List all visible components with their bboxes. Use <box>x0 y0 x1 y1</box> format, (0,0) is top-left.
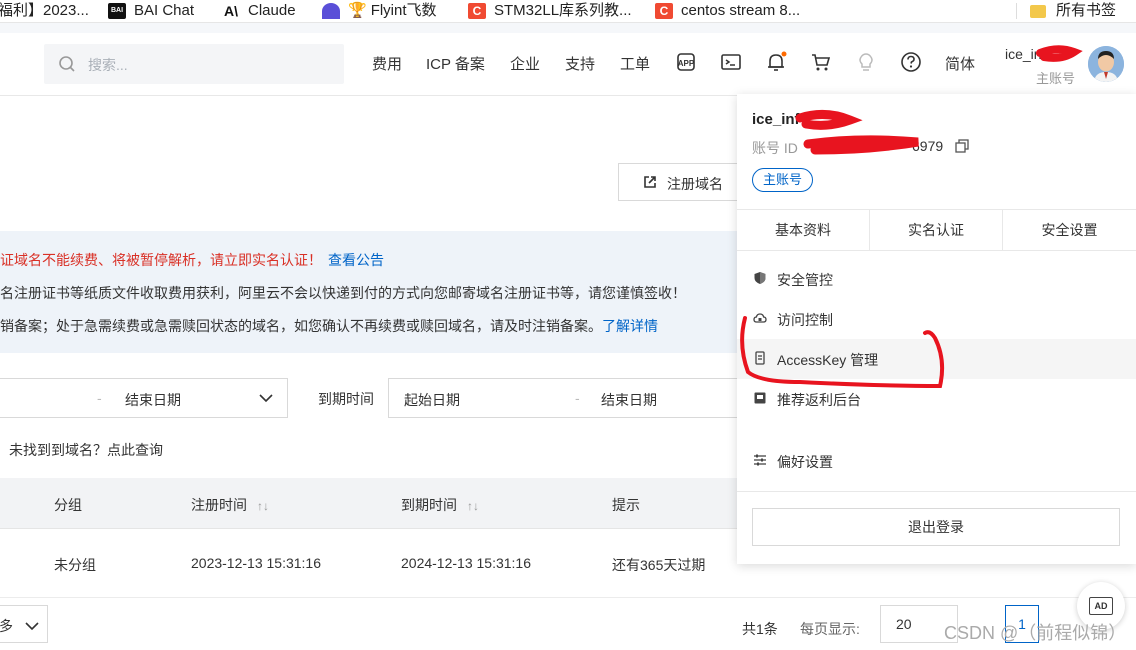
search-input[interactable]: 搜索... <box>44 44 344 84</box>
chevron-down-icon <box>259 394 273 403</box>
column-group: 分组 <box>54 497 82 513</box>
sort-icon[interactable]: ↑↓ <box>467 499 479 513</box>
end-date-placeholder: 结束日期 <box>601 392 657 408</box>
account-id-value: 6979 <box>912 138 944 154</box>
expire-time-label: 到期时间 <box>318 391 374 407</box>
expire-date-range[interactable]: 起始日期 - 结束日期 <box>388 378 740 418</box>
account-dropdown: ice_inf 账号 ID 6979 主账号 基本资料 实名认证 安全设置 安全… <box>737 94 1136 564</box>
cart-icon[interactable] <box>810 51 832 73</box>
domain-lookup-link[interactable]: 未找到到域名？点此查询 <box>9 440 163 460</box>
cell-expire-time: 2024-12-13 15:31:16 <box>401 555 531 571</box>
bookmarks-bar: 福利】2023... BAI BAI Chat A\ Claude 🏆 Flyint飞… <box>0 0 1136 23</box>
column-hint: 提示 <box>612 497 640 513</box>
nav-icp[interactable]: ICP 备案 <box>426 53 485 74</box>
avatar-image <box>1088 46 1124 82</box>
menu-accesskey-management[interactable]: AccessKey 管理 <box>737 339 1136 379</box>
account-id-label: 账号 ID <box>752 140 798 156</box>
gift-icon <box>754 392 766 404</box>
terminal-icon[interactable] <box>720 51 742 73</box>
search-icon <box>59 56 75 72</box>
search-placeholder: 搜索... <box>88 57 128 73</box>
registration-date-range[interactable]: - 结束日期 <box>0 378 288 418</box>
sort-icon[interactable]: ↑↓ <box>257 499 269 513</box>
bell-icon[interactable] <box>765 51 787 73</box>
cell-group: 未分组 <box>54 557 96 573</box>
bai-logo-icon: BAI <box>108 3 126 20</box>
help-icon[interactable] <box>900 51 922 73</box>
account-tabs: 基本资料 实名认证 安全设置 <box>737 209 1136 251</box>
csdn-logo-icon: C <box>468 3 486 20</box>
avatar[interactable] <box>1088 46 1124 82</box>
panel-user-name: ice_inf <box>752 111 800 128</box>
language-switch[interactable]: 简体 <box>945 53 975 74</box>
menu-referral-rebate[interactable]: 推荐返利后台 <box>737 379 1136 419</box>
tab-basic-info[interactable]: 基本资料 <box>737 210 870 250</box>
nav-enterprise[interactable]: 企业 <box>510 53 540 74</box>
per-page-label: 每页显示: <box>800 621 860 637</box>
nav-billing[interactable]: 费用 <box>372 53 402 74</box>
column-registration-time[interactable]: 注册时间 ↑↓ <box>191 495 269 515</box>
view-announcement-link[interactable]: 查看公告 <box>328 252 384 268</box>
watermark: CSDN @（前程似锦） <box>944 623 1127 643</box>
tab-security-settings[interactable]: 安全设置 <box>1003 210 1136 250</box>
bookmark-item[interactable]: 🏆 Flyint飞数 <box>322 1 437 21</box>
account-type-badge: 主账号 <box>752 168 814 192</box>
bookmark-item[interactable]: BAI BAI Chat <box>108 1 194 21</box>
menu-preferences[interactable]: 偏好设置 <box>737 441 1136 481</box>
start-date-placeholder: 起始日期 <box>404 392 460 408</box>
notice-line: 证域名不能续费、将被暂停解析，请立即实名认证！ 查看公告 <box>0 252 384 268</box>
bookmark-item[interactable]: C STM32LL库系列教... <box>468 1 632 21</box>
flyint-logo-icon <box>322 3 340 20</box>
console-header: 搜索... 费用 ICP 备案 企业 支持 工单 APP 简体 ice_inf … <box>0 33 1136 96</box>
sliders-icon <box>754 454 766 466</box>
copy-icon[interactable] <box>955 139 969 153</box>
user-role: 主账号 <box>1036 71 1076 86</box>
nav-support[interactable]: 支持 <box>565 53 595 74</box>
learn-more-link[interactable]: 了解详情 <box>602 318 658 334</box>
folder-icon <box>1030 4 1046 18</box>
cloud-icon <box>753 313 767 323</box>
menu-security-control[interactable]: 安全管控 <box>737 259 1136 299</box>
key-icon <box>755 351 765 365</box>
svg-text:APP: APP <box>678 59 695 68</box>
nav-ticket[interactable]: 工单 <box>620 53 650 74</box>
lightbulb-icon[interactable] <box>855 51 877 73</box>
notice-line: 名注册证书等纸质文件收取费用获利，阿里云不会以快递到付的方式向您邮寄域名注册证书… <box>0 285 686 301</box>
anthropic-logo-icon: A\ <box>224 3 238 20</box>
bookmarks-divider <box>1016 3 1017 19</box>
app-icon[interactable]: APP <box>675 51 697 73</box>
chevron-down-icon <box>25 622 39 631</box>
cell-hint: 还有365天过期 <box>612 557 706 573</box>
panel-divider <box>737 491 1136 492</box>
external-link-icon <box>644 176 656 188</box>
bookmark-item[interactable]: Ccentos stream 8... <box>655 1 800 21</box>
all-bookmarks[interactable]: 所有书签 <box>1030 1 1116 21</box>
register-domain-button[interactable]: 注册域名 <box>618 163 748 201</box>
user-name[interactable]: ice_inf <box>1005 46 1045 62</box>
shield-icon <box>754 272 766 284</box>
bookmark-item[interactable]: A\ Claude <box>222 1 296 21</box>
end-date-placeholder: 结束日期 <box>125 392 181 408</box>
notice-line: 销备案；处于急需续费或急需赎回状态的域名，如您确认不再续费或赎回域名，请及时注销… <box>0 318 658 334</box>
csdn-logo-icon: C <box>655 3 673 20</box>
ad-icon: AD <box>1089 597 1113 615</box>
notice-box: 证域名不能续费、将被暂停解析，请立即实名认证！ 查看公告 名注册证书等纸质文件收取… <box>0 231 740 353</box>
trophy-icon: 🏆 <box>348 2 367 19</box>
tab-real-name[interactable]: 实名认证 <box>870 210 1003 250</box>
column-expire-time[interactable]: 到期时间 ↑↓ <box>401 495 479 515</box>
bookmark-item[interactable]: 福利】2023... <box>0 1 89 21</box>
menu-access-control[interactable]: 访问控制 <box>737 299 1136 339</box>
total-count: 共1条 <box>742 621 778 637</box>
cell-registration-time: 2023-12-13 15:31:16 <box>191 555 321 571</box>
batch-action-select[interactable]: 多 <box>0 605 48 643</box>
logout-button[interactable]: 退出登录 <box>752 508 1120 546</box>
